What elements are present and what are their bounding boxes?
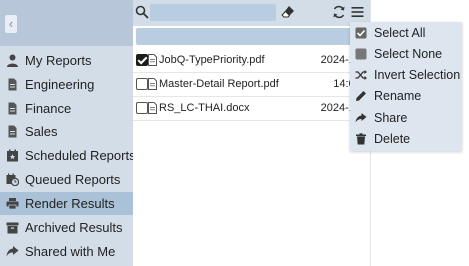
menu-item-delete[interactable]: Delete [350, 129, 462, 150]
actions-menu: Select All Select None Invert Selection … [350, 22, 462, 151]
pencil-icon [356, 91, 366, 101]
shuffle-icon [355, 70, 367, 80]
sidebar-item-label: Engineering [25, 77, 95, 92]
printer-icon [6, 198, 19, 210]
checkbox-checked-icon [355, 27, 367, 39]
checkbox-empty-icon [355, 48, 367, 60]
list-item[interactable]: JobQ-TypePriority.pdf 2024-11-2 [133, 48, 370, 73]
file-panel: JobQ-TypePriority.pdf 2024-11-2 Master-D… [133, 0, 370, 266]
sidebar-item-label: Scheduled Reports [25, 148, 136, 163]
sidebar-item-my-reports[interactable]: My Reports [0, 49, 133, 72]
row-checkbox[interactable] [136, 54, 148, 66]
row-checkbox[interactable] [136, 102, 148, 114]
calendar-icon [7, 149, 18, 162]
search-icon[interactable] [135, 5, 149, 19]
sidebar-item-queued-reports[interactable]: Queued Reports [0, 168, 133, 191]
trash-icon [356, 133, 366, 145]
document-icon [8, 78, 17, 91]
sidebar-item-label: Sales [25, 124, 58, 139]
document-icon [8, 125, 17, 138]
refresh-icon[interactable] [332, 5, 346, 19]
sidebar-item-label: Render Results [25, 196, 115, 211]
share-arrow-icon [355, 113, 367, 123]
menu-item-label: Invert Selection [374, 68, 461, 82]
toolbar [133, 0, 370, 26]
calendar-clock-icon [6, 173, 19, 186]
menu-item-label: Rename [374, 89, 422, 103]
archive-icon [6, 222, 19, 234]
sidebar-item-render-results[interactable]: Render Results [0, 192, 133, 215]
sidebar-item-sales[interactable]: Sales [0, 120, 133, 143]
document-icon [8, 102, 17, 115]
menu-item-label: Select None [374, 47, 443, 61]
sidebar-item-shared-with-me[interactable]: Shared with Me [0, 240, 133, 263]
menu-item-rename[interactable]: Rename [350, 86, 462, 107]
menu-item-select-all[interactable]: Select All [350, 23, 462, 44]
menu-item-label: Select All [374, 26, 426, 40]
sidebar-item-archived-results[interactable]: Archived Results [0, 216, 133, 239]
menu-icon[interactable] [351, 5, 364, 19]
sidebar-item-scheduled-reports[interactable]: Scheduled Reports [0, 144, 136, 167]
sidebar-item-label: Archived Results [25, 220, 123, 235]
menu-item-invert-selection[interactable]: Invert Selection [350, 65, 462, 86]
eraser-icon[interactable] [281, 5, 295, 19]
menu-item-select-none[interactable]: Select None [350, 44, 462, 65]
file-name: JobQ-TypePriority.pdf [159, 54, 265, 66]
sidebar-header: ‹ [0, 0, 133, 46]
filter-bar[interactable] [136, 28, 368, 45]
sidebar-item-finance[interactable]: Finance [0, 97, 133, 120]
sidebar: ‹ My Reports Engineering Finance Sales S… [0, 0, 136, 266]
menu-item-label: Share [374, 111, 408, 125]
person-icon [7, 54, 18, 67]
search-input[interactable] [150, 4, 276, 21]
file-icon [148, 78, 157, 90]
share-icon [6, 246, 19, 257]
sidebar-item-label: Queued Reports [25, 172, 121, 187]
row-checkbox[interactable] [136, 78, 148, 90]
sidebar-item-label: Shared with Me [25, 244, 116, 259]
sidebar-item-engineering[interactable]: Engineering [0, 73, 133, 96]
sidebar-item-label: Finance [25, 101, 72, 116]
menu-item-label: Delete [374, 132, 411, 146]
file-icon [148, 102, 157, 114]
sidebar-item-label: My Reports [25, 53, 92, 68]
file-name: Master-Detail Report.pdf [159, 78, 279, 90]
file-name: RS_LC-THAI.docx [159, 102, 250, 114]
list-item[interactable]: RS_LC-THAI.docx 2024-11-2 [133, 96, 370, 121]
menu-item-share[interactable]: Share [350, 108, 462, 129]
file-icon [148, 54, 157, 66]
collapse-sidebar-button[interactable]: ‹ [5, 15, 17, 33]
list-item[interactable]: Master-Detail Report.pdf 14:00:1 [133, 72, 370, 97]
chevron-left-icon: ‹ [8, 16, 14, 31]
